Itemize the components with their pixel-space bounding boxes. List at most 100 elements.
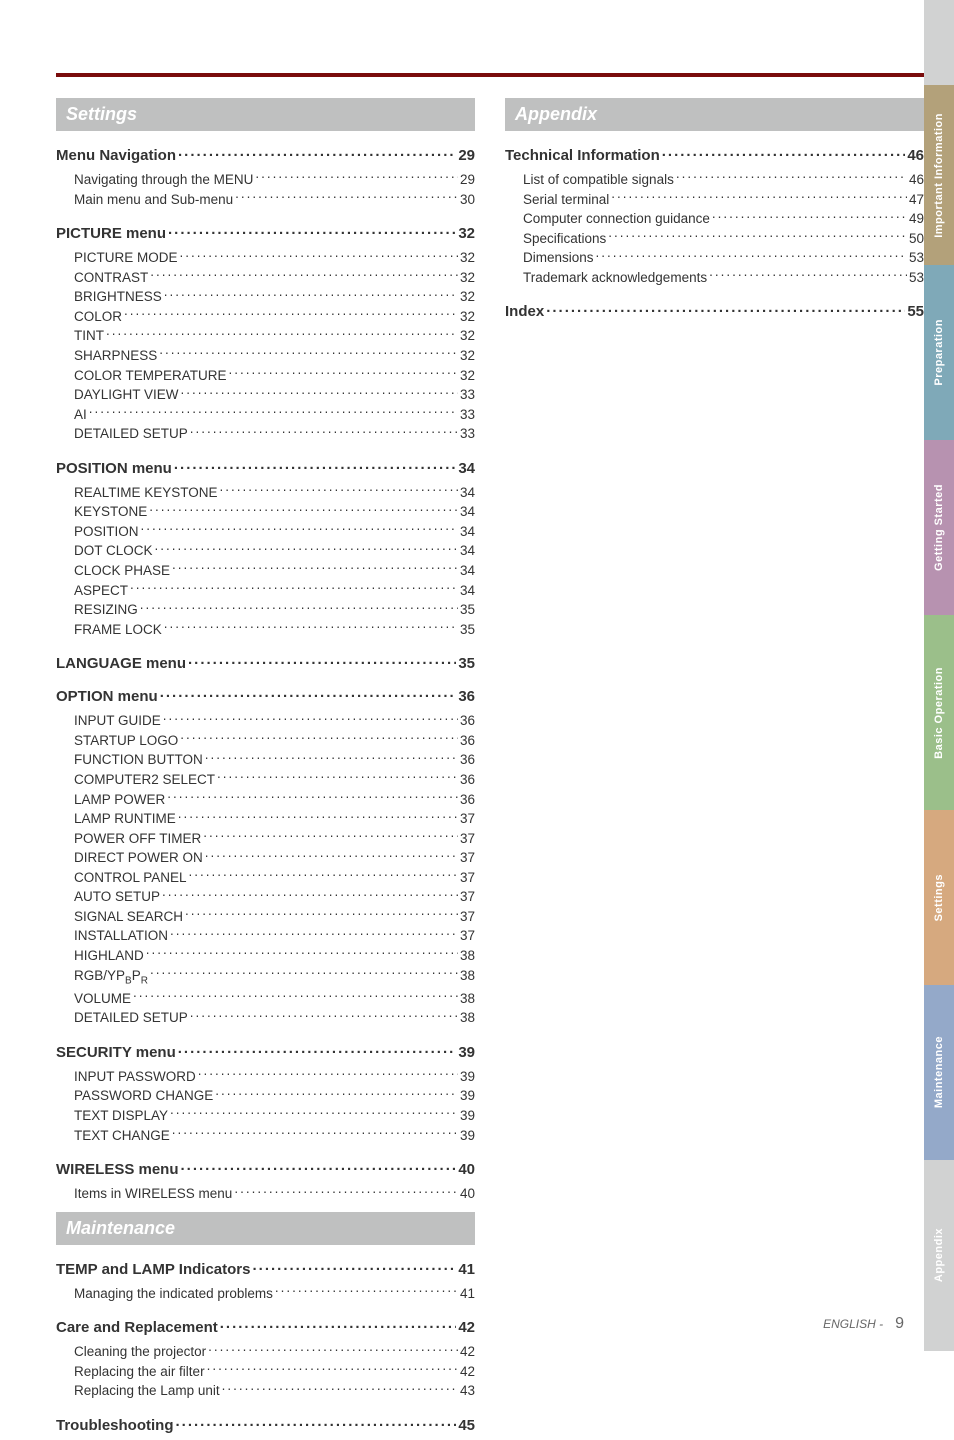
toc-line[interactable]: FUNCTION BUTTON36 (56, 750, 475, 770)
toc-line[interactable]: AI33 (56, 405, 475, 425)
toc-line[interactable]: FRAME LOCK35 (56, 620, 475, 640)
toc-label: Items in WIRELESS menu (74, 1184, 232, 1204)
heading-position-menu[interactable]: POSITION menu 34 (56, 458, 475, 477)
heading-label: LANGUAGE menu (56, 655, 186, 672)
toc-line[interactable]: AUTO SETUP37 (56, 887, 475, 907)
toc-line[interactable]: POWER OFF TIMER37 (56, 829, 475, 849)
toc-line[interactable]: LAMP POWER36 (56, 790, 475, 810)
leader-dots (275, 1284, 458, 1298)
toc-line[interactable]: KEYSTONE34 (56, 502, 475, 522)
toc-line[interactable]: Main menu and Sub-menu30 (56, 190, 475, 210)
toc-line[interactable]: POSITION34 (56, 522, 475, 542)
leader-dots (133, 989, 458, 1003)
toc-line[interactable]: Specifications50 (505, 229, 924, 249)
toc-line[interactable]: LAMP RUNTIME37 (56, 809, 475, 829)
leader-dots (185, 907, 458, 921)
heading-menu-navigation[interactable]: Menu Navigation 29 (56, 145, 475, 164)
toc-line[interactable]: COLOR TEMPERATURE32 (56, 366, 475, 386)
leader-dots (181, 1159, 457, 1174)
toc-line[interactable]: Items in WIRELESS menu40 (56, 1184, 475, 1204)
toc-page: 32 (460, 248, 475, 268)
heading-temp-lamp[interactable]: TEMP and LAMP Indicators 41 (56, 1259, 475, 1278)
toc-label: Dimensions (523, 248, 594, 268)
leader-dots (709, 268, 907, 282)
heading-index[interactable]: Index 55 (505, 301, 924, 320)
toc-line[interactable]: RESIZING35 (56, 600, 475, 620)
toc-label: INSTALLATION (74, 926, 168, 946)
toc-line[interactable]: INPUT PASSWORD39 (56, 1067, 475, 1087)
toc-line[interactable]: COLOR32 (56, 307, 475, 327)
toc-line[interactable]: DAYLIGHT VIEW33 (56, 385, 475, 405)
toc-line[interactable]: DETAILED SETUP38 (56, 1008, 475, 1028)
heading-language-menu[interactable]: LANGUAGE menu 35 (56, 653, 475, 672)
tab-getting-started[interactable]: Getting Started (924, 440, 954, 615)
toc-page: 37 (460, 868, 475, 888)
toc-line[interactable]: TINT32 (56, 326, 475, 346)
toc-label: Navigating through the MENU (74, 170, 253, 190)
toc-line[interactable]: CLOCK PHASE34 (56, 561, 475, 581)
toc-line[interactable]: Replacing the air filter42 (56, 1362, 475, 1382)
heading-picture-menu[interactable]: PICTURE menu 32 (56, 223, 475, 242)
toc-line[interactable]: DETAILED SETUP33 (56, 424, 475, 444)
toc-group: REALTIME KEYSTONE34KEYSTONE34POSITION34D… (56, 483, 475, 640)
heading-option-menu[interactable]: OPTION menu 36 (56, 686, 475, 705)
toc-line[interactable]: RGB/YPBPR38 (56, 966, 475, 989)
toc-line[interactable]: TEXT CHANGE39 (56, 1126, 475, 1146)
toc-label: List of compatible signals (523, 170, 674, 190)
toc-line[interactable]: TEXT DISPLAY39 (56, 1106, 475, 1126)
toc-line[interactable]: VOLUME38 (56, 989, 475, 1009)
footer: ENGLISH - 9 (0, 1315, 924, 1333)
heading-security-menu[interactable]: SECURITY menu 39 (56, 1042, 475, 1061)
section-settings: Settings (56, 98, 475, 131)
heading-page: 41 (458, 1261, 475, 1278)
toc-page: 38 (460, 989, 475, 1009)
toc-line[interactable]: Navigating through the MENU29 (56, 170, 475, 190)
toc-line[interactable]: SIGNAL SEARCH37 (56, 907, 475, 927)
toc-line[interactable]: REALTIME KEYSTONE34 (56, 483, 475, 503)
toc-line[interactable]: DOT CLOCK34 (56, 541, 475, 561)
toc-page: 35 (460, 600, 475, 620)
toc-line[interactable]: Dimensions53 (505, 248, 924, 268)
leader-dots (176, 1415, 457, 1430)
toc-line[interactable]: BRIGHTNESS32 (56, 287, 475, 307)
toc-line[interactable]: INSTALLATION37 (56, 926, 475, 946)
toc-group: List of compatible signals 46Serial termi… (505, 170, 924, 287)
toc-line[interactable]: STARTUP LOGO36 (56, 731, 475, 751)
toc-line[interactable]: Managing the indicated problems41 (56, 1284, 475, 1304)
toc-page: 37 (460, 887, 475, 907)
tab-basic-operation[interactable]: Basic Operation (924, 615, 954, 810)
toc-line[interactable]: PICTURE MODE32 (56, 248, 475, 268)
toc-line[interactable]: ASPECT34 (56, 581, 475, 601)
leader-dots (712, 210, 907, 224)
toc-page: 32 (460, 346, 475, 366)
toc-line[interactable]: List of compatible signals 46 (505, 170, 924, 190)
toc-line[interactable]: Serial terminal47 (505, 190, 924, 210)
toc-page: 38 (460, 1008, 475, 1028)
toc-page: 46 (909, 170, 924, 190)
toc-line[interactable]: CONTROL PANEL37 (56, 868, 475, 888)
toc-page: 33 (460, 424, 475, 444)
toc-line[interactable]: Computer connection guidance49 (505, 209, 924, 229)
tab-important-information[interactable]: Important Information (924, 85, 954, 265)
tab-settings[interactable]: Settings (924, 810, 954, 985)
toc-line[interactable]: COMPUTER2 SELECT36 (56, 770, 475, 790)
toc-label: KEYSTONE (74, 502, 147, 522)
heading-troubleshooting[interactable]: Troubleshooting 45 (56, 1415, 475, 1434)
toc-line[interactable]: CONTRAST32 (56, 268, 475, 288)
toc-label: FRAME LOCK (74, 620, 162, 640)
toc-line[interactable]: INPUT GUIDE36 (56, 711, 475, 731)
tab-preparation[interactable]: Preparation (924, 265, 954, 440)
toc-line[interactable]: DIRECT POWER ON37 (56, 848, 475, 868)
toc-label: CLOCK PHASE (74, 561, 170, 581)
toc-line[interactable]: Cleaning the projector42 (56, 1342, 475, 1362)
toc-page: 36 (460, 731, 475, 751)
toc-line[interactable]: Replacing the Lamp unit43 (56, 1381, 475, 1401)
heading-technical-information[interactable]: Technical Information 46 (505, 145, 924, 164)
toc-line[interactable]: HIGHLAND38 (56, 946, 475, 966)
toc-line[interactable]: SHARPNESS32 (56, 346, 475, 366)
toc-line[interactable]: Trademark acknowledgements53 (505, 268, 924, 288)
tab-maintenance[interactable]: Maintenance (924, 985, 954, 1160)
tab-appendix[interactable]: Appendix (924, 1160, 954, 1351)
toc-line[interactable]: PASSWORD CHANGE39 (56, 1086, 475, 1106)
heading-wireless-menu[interactable]: WIRELESS menu 40 (56, 1159, 475, 1178)
